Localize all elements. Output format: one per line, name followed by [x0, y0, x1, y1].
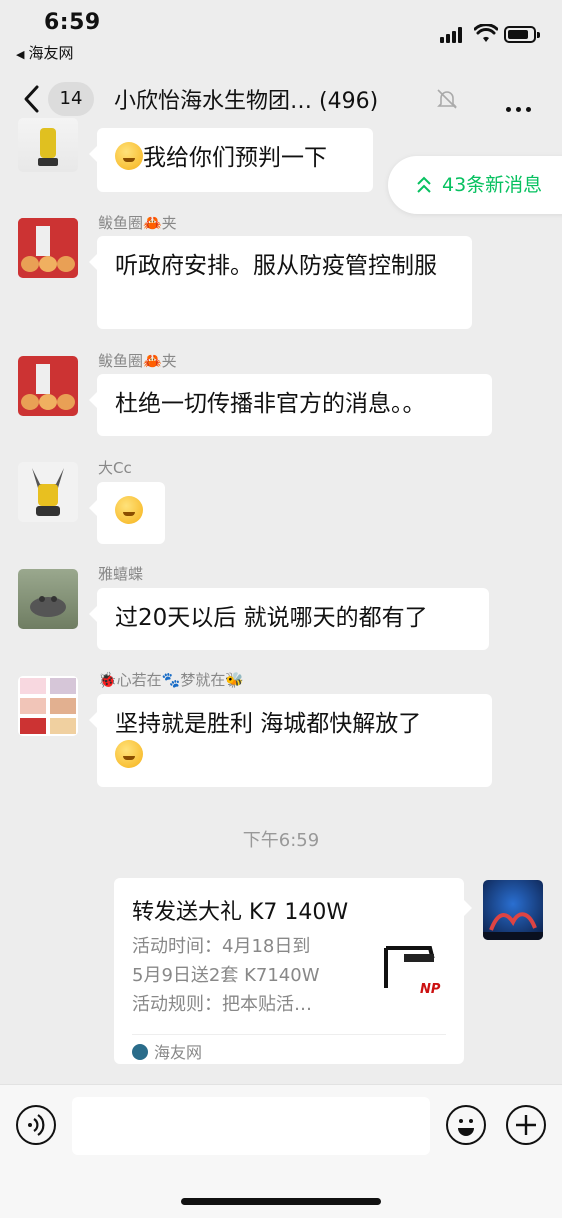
message-input[interactable] [72, 1097, 430, 1155]
crying-laughing-emoji-icon [115, 740, 143, 768]
card-thumb-brand: NP [420, 982, 441, 997]
more-options-button[interactable] [506, 97, 536, 116]
double-chevron-up-icon [417, 176, 431, 193]
battery-icon [504, 26, 540, 43]
avatar[interactable] [18, 118, 78, 172]
avatar[interactable] [18, 676, 78, 736]
back-app-label: 海友网 [28, 44, 74, 62]
message-bubble[interactable]: 听政府安排。服从防疫管控制服 [89, 236, 472, 329]
sender-nickname: 鲅鱼圈🦀夹 [98, 214, 177, 232]
card-desc-line: 5月9日送2套 K7140W [132, 965, 320, 986]
wifi-icon [474, 24, 498, 42]
avatar[interactable] [18, 462, 78, 522]
own-avatar[interactable] [483, 880, 543, 940]
message-text: 杜绝一切传播非官方的消息。。 [115, 391, 426, 417]
card-desc-line: 活动时间：4月18日到 [132, 936, 311, 957]
message-bubble[interactable]: 过20天以后 就说哪天的都有了 [89, 588, 489, 650]
status-time: 6:59 [44, 10, 101, 35]
back-to-app-link[interactable]: ◀ 海友网 [16, 42, 73, 63]
new-messages-button[interactable]: 43条新消息 [388, 156, 562, 214]
avatar[interactable] [18, 218, 78, 278]
card-divider [132, 1034, 446, 1035]
sender-nickname: 雅蟢蝶 [98, 565, 144, 583]
message-text: 坚持就是胜利 海城都快解放了 [115, 711, 422, 737]
message-bubble[interactable]: 坚持就是胜利 海城都快解放了 [89, 694, 492, 787]
thinking-emoji-icon [115, 496, 143, 524]
message-bubble[interactable]: 杜绝一切传播非官方的消息。。 [89, 374, 492, 436]
message-timestamp: 下午6:59 [242, 830, 320, 851]
emoji-button[interactable] [446, 1105, 486, 1145]
avatar[interactable] [18, 356, 78, 416]
thinking-emoji-icon [115, 142, 143, 170]
sender-nickname: 大Cc [98, 459, 132, 477]
voice-input-button[interactable] [16, 1105, 56, 1145]
sender-nickname: 鲅鱼圈🦀夹 [98, 352, 177, 370]
card-source-label: 海友网 [154, 1043, 203, 1062]
more-actions-button[interactable] [506, 1105, 546, 1145]
new-messages-label: 43条新消息 [442, 174, 543, 196]
message-text: 过20天以后 就说哪天的都有了 [115, 605, 428, 631]
avatar[interactable] [18, 569, 78, 629]
card-thumbnail: NP [376, 938, 448, 1010]
status-bar: 6:59 ◀ 海友网 [0, 0, 562, 68]
card-title: 转发送大礼 K7 140W [132, 900, 349, 925]
signal-icon [440, 27, 468, 43]
source-logo-icon [132, 1044, 148, 1060]
home-indicator[interactable] [181, 1198, 381, 1205]
message-bubble[interactable]: 我给你们预判一下 [89, 128, 373, 192]
shared-link-card[interactable]: 转发送大礼 K7 140W 活动时间：4月18日到 5月9日送2套 K7140W… [114, 878, 472, 1064]
sender-nickname: 🐞心若在🐾梦就在🐝 [98, 671, 245, 689]
mute-bell-icon [437, 89, 457, 109]
message-text: 我给你们预判一下 [143, 145, 327, 171]
smiley-icon [458, 1119, 474, 1136]
card-source: 海友网 [132, 1039, 202, 1063]
unread-count-badge[interactable]: 14 [48, 82, 94, 116]
card-description: 活动时间：4月18日到 5月9日送2套 K7140W 活动规则：把本贴活… [132, 932, 354, 1019]
plus-icon [516, 1115, 536, 1135]
back-chevron-icon[interactable] [20, 84, 44, 114]
voice-icon [28, 1114, 45, 1136]
back-triangle-icon: ◀ [16, 48, 25, 61]
card-desc-line: 活动规则：把本贴活… [132, 994, 312, 1015]
chat-nav-bar: 14 小欣怡海水生物团… (496) [0, 68, 562, 130]
message-text: 听政府安排。服从防疫管控制服 [115, 253, 437, 279]
chat-title[interactable]: 小欣怡海水生物团… (496) [114, 83, 378, 115]
message-bubble[interactable] [89, 482, 165, 544]
